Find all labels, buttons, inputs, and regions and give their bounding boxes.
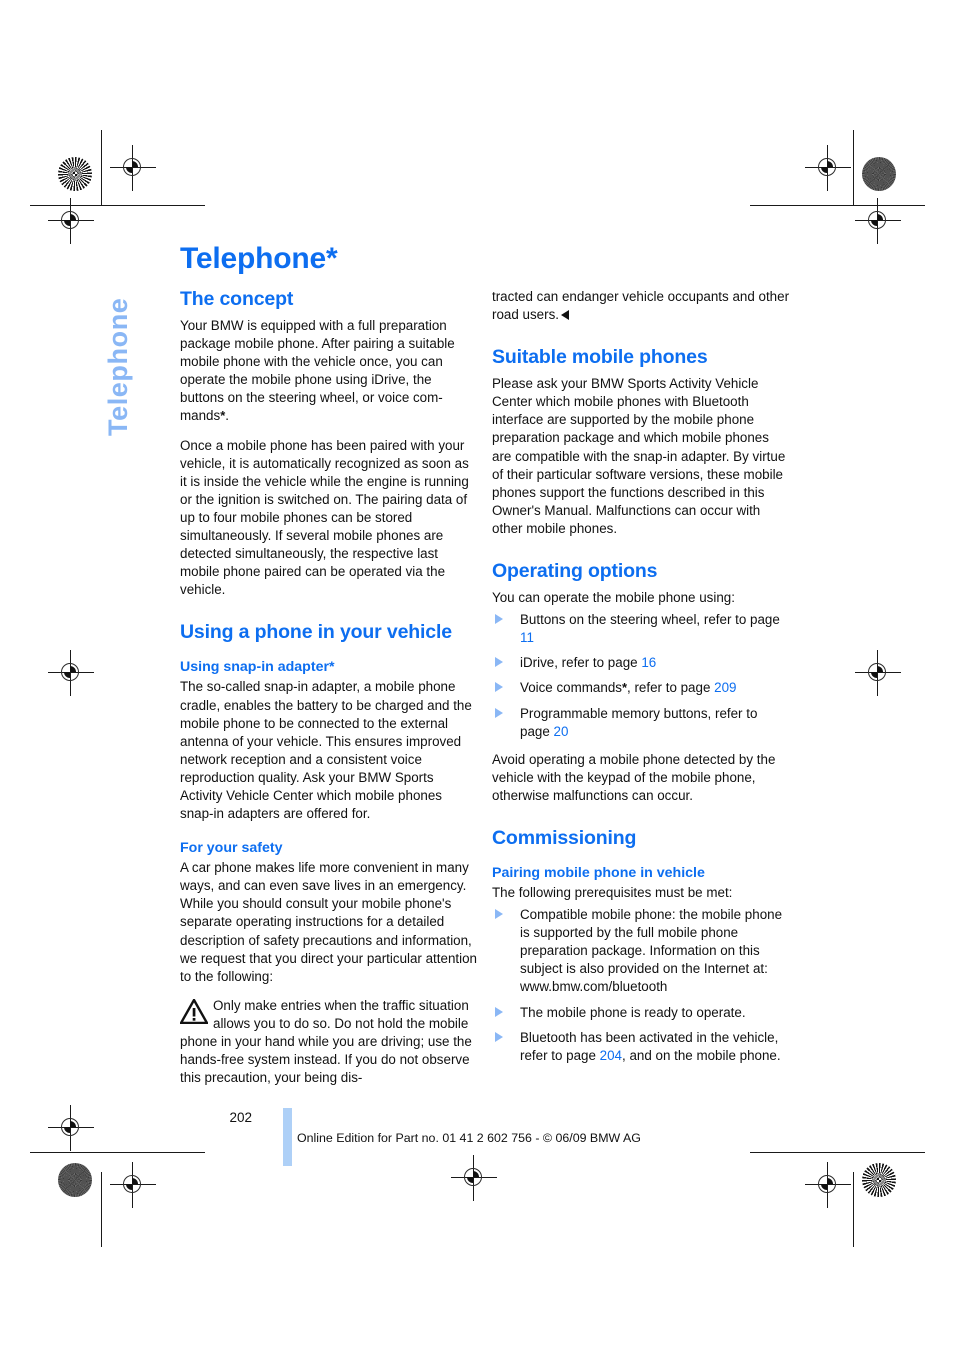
paragraph-operating-closing: Avoid operating a mobile phone detected … <box>492 751 776 803</box>
warning-block: Only make entries when the traffic situa… <box>180 997 478 1087</box>
warning-continued-text: tracted can endanger vehicle occupants a… <box>492 289 790 323</box>
heading-suitable-mobile-phones: Suitable mobile phones <box>492 346 708 369</box>
heading-using-snap-in-adapter: Using snap-in adapter* <box>180 658 478 676</box>
footnote-asterisk: * <box>329 659 335 676</box>
chapter-tab-telephone: Telephone <box>103 297 133 436</box>
page-reference[interactable]: 204 <box>600 1048 622 1063</box>
list-item: Voice commands*, refer to page 209 <box>492 679 790 697</box>
page-reference[interactable]: 20 <box>554 724 569 739</box>
left-column: The concept Your BMW is equipped with a … <box>180 288 478 1087</box>
pairing-prerequisites-list: Compatible mobile phone: the mobile phon… <box>492 906 790 1065</box>
paragraph-operating-intro: You can operate the mobile phone using: <box>492 590 735 606</box>
heading-commissioning: Commissioning <box>492 826 637 849</box>
list-item-text: Buttons on the steering wheel, refer to … <box>520 612 780 628</box>
footer-copyright: Online Edition for Part no. 01 41 2 602 … <box>297 1131 641 1145</box>
list-item-text: iDrive, refer to page <box>520 655 642 671</box>
paragraph-warning-continued: tracted can endanger vehicle occupants a… <box>492 288 790 324</box>
list-item-text: Compatible mobile phone: the mobile phon… <box>520 907 783 995</box>
page-title: Telephone* <box>180 242 338 276</box>
list-item: Buttons on the steering wheel, refer to … <box>492 611 790 647</box>
list-item: Programmable memory buttons, refer to pa… <box>492 705 790 741</box>
list-item: Compatible mobile phone: the mobile phon… <box>492 906 790 996</box>
bullet-triangle-icon <box>495 1006 503 1017</box>
snap-in-heading-text: Using snap-in adapter <box>180 659 329 676</box>
bullet-triangle-icon <box>495 909 503 920</box>
heading-for-your-safety: For your safety <box>180 840 283 857</box>
operating-options-list: Buttons on the steering wheel, refer to … <box>492 611 790 741</box>
page-reference[interactable]: 209 <box>714 680 736 695</box>
paragraph-pairing-intro: The following prerequisites must be met: <box>492 884 733 900</box>
paragraph-suitable-phones: Please ask your BMW Sports Activity Vehi… <box>492 376 786 536</box>
heading-using-a-phone: Using a phone in your vehicle <box>180 621 452 644</box>
end-of-warning-marker <box>561 310 569 321</box>
list-item-text-after: , and on the mobile phone. <box>622 1047 781 1063</box>
heading-operating-options: Operating options <box>492 560 658 583</box>
list-item-text-after: , refer to page <box>627 680 715 696</box>
list-item: iDrive, refer to page 16 <box>492 654 790 672</box>
warning-triangle-icon <box>180 998 208 1024</box>
warning-text: Only make entries when the traffic situa… <box>180 997 472 1086</box>
list-item: The mobile phone is ready to operate. <box>492 1004 790 1022</box>
list-item: Bluetooth has been activated in the vehi… <box>492 1029 790 1065</box>
paragraph-snap-in: The so-called snap-in adapter, a mobile … <box>180 679 472 822</box>
page-reference[interactable]: 16 <box>641 655 656 670</box>
list-item-text: Voice commands <box>520 680 622 696</box>
bullet-triangle-icon <box>495 1031 503 1042</box>
bullet-triangle-icon <box>495 682 503 693</box>
bullet-triangle-icon <box>495 614 503 625</box>
bullet-triangle-icon <box>495 707 503 718</box>
right-column: tracted can endanger vehicle occupants a… <box>492 288 790 1075</box>
paragraph-concept-1: Your BMW is equipped with a full prepara… <box>180 317 478 426</box>
concept-p1-tail: . <box>225 408 229 424</box>
page-reference[interactable]: 11 <box>520 630 534 645</box>
footer-accent-bar <box>283 1108 292 1166</box>
heading-the-concept: The concept <box>180 288 294 310</box>
page-number: 202 <box>229 1110 252 1125</box>
bullet-triangle-icon <box>495 657 503 668</box>
paragraph-safety: A car phone makes life more convenient i… <box>180 860 477 984</box>
paragraph-concept-2: Once a mobile phone has been paired with… <box>180 437 469 598</box>
heading-pairing-mobile-phone: Pairing mobile phone in vehicle <box>492 864 705 881</box>
manual-page: Telephone Telephone* The concept Your BM… <box>0 0 954 1350</box>
list-item-text: The mobile phone is ready to operate. <box>520 1004 746 1020</box>
